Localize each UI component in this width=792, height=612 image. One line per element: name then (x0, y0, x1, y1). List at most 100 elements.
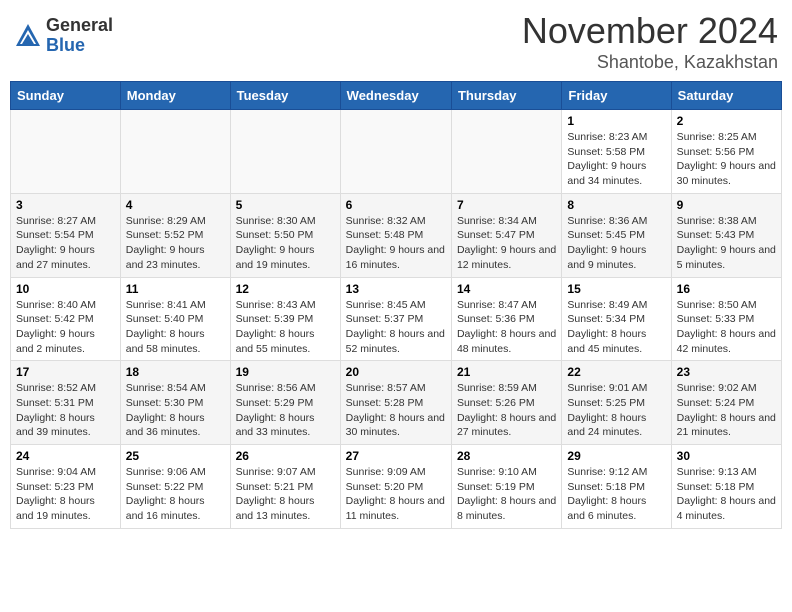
day-number: 7 (457, 198, 556, 212)
logo-text: General Blue (46, 16, 113, 56)
day-number: 1 (567, 114, 665, 128)
calendar-cell (11, 110, 121, 194)
calendar-cell: 9Sunrise: 8:38 AMSunset: 5:43 PMDaylight… (671, 193, 781, 277)
weekday-header-thursday: Thursday (451, 82, 561, 110)
calendar-cell: 2 Sunrise: 8:25 AMSunset: 5:56 PMDaylight… (671, 110, 781, 194)
day-number: 15 (567, 282, 665, 296)
calendar-table: SundayMondayTuesdayWednesdayThursdayFrid… (10, 81, 782, 529)
day-info: Sunrise: 8:43 AMSunset: 5:39 PMDaylight:… (236, 298, 335, 357)
calendar-cell (120, 110, 230, 194)
day-info: Sunrise: 8:41 AMSunset: 5:40 PMDaylight:… (126, 298, 225, 357)
calendar-cell: 6 Sunrise: 8:32 AMSunset: 5:48 PMDaylight… (340, 193, 451, 277)
day-number: 14 (457, 282, 556, 296)
day-number: 11 (126, 282, 225, 296)
day-number: 6 (346, 198, 446, 212)
day-info: Sunrise: 8:47 AMSunset: 5:36 PMDaylight:… (457, 298, 556, 357)
day-info: Sunrise: 8:25 AMSunset: 5:56 PMDaylight:… (677, 130, 776, 189)
day-info: Sunrise: 8:32 AMSunset: 5:48 PMDaylight:… (346, 214, 446, 273)
calendar-week-3: 10Sunrise: 8:40 AMSunset: 5:42 PMDayligh… (11, 277, 782, 361)
day-info: Sunrise: 8:29 AMSunset: 5:52 PMDaylight:… (126, 214, 225, 273)
calendar-cell: 30 Sunrise: 9:13 AMSunset: 5:18 PMDayligh… (671, 445, 781, 529)
day-info: Sunrise: 9:04 AMSunset: 5:23 PMDaylight:… (16, 465, 115, 524)
calendar-cell: 22 Sunrise: 9:01 AMSunset: 5:25 PMDayligh… (562, 361, 671, 445)
logo: General Blue (14, 16, 113, 56)
calendar-cell: 10Sunrise: 8:40 AMSunset: 5:42 PMDayligh… (11, 277, 121, 361)
day-info: Sunrise: 8:49 AMSunset: 5:34 PMDaylight:… (567, 298, 665, 357)
weekday-header-friday: Friday (562, 82, 671, 110)
calendar-cell: 16 Sunrise: 8:50 AMSunset: 5:33 PMDayligh… (671, 277, 781, 361)
day-info: Sunrise: 8:52 AMSunset: 5:31 PMDaylight:… (16, 381, 115, 440)
day-info: Sunrise: 9:02 AMSunset: 5:24 PMDaylight:… (677, 381, 776, 440)
calendar-cell (230, 110, 340, 194)
calendar-week-4: 17 Sunrise: 8:52 AMSunset: 5:31 PMDayligh… (11, 361, 782, 445)
calendar-cell: 12 Sunrise: 8:43 AMSunset: 5:39 PMDayligh… (230, 277, 340, 361)
calendar-cell: 28 Sunrise: 9:10 AMSunset: 5:19 PMDayligh… (451, 445, 561, 529)
day-number: 19 (236, 365, 335, 379)
calendar-cell: 25Sunrise: 9:06 AMSunset: 5:22 PMDayligh… (120, 445, 230, 529)
day-info: Sunrise: 8:50 AMSunset: 5:33 PMDaylight:… (677, 298, 776, 357)
day-number: 5 (236, 198, 335, 212)
calendar-cell (451, 110, 561, 194)
day-info: Sunrise: 8:34 AMSunset: 5:47 PMDaylight:… (457, 214, 556, 273)
calendar-week-5: 24 Sunrise: 9:04 AMSunset: 5:23 PMDayligh… (11, 445, 782, 529)
page-header: General Blue November 2024 Shantobe, Kaz… (10, 10, 782, 73)
day-info: Sunrise: 8:57 AMSunset: 5:28 PMDaylight:… (346, 381, 446, 440)
calendar-cell: 15 Sunrise: 8:49 AMSunset: 5:34 PMDayligh… (562, 277, 671, 361)
day-number: 2 (677, 114, 776, 128)
day-number: 3 (16, 198, 115, 212)
day-info: Sunrise: 8:40 AMSunset: 5:42 PMDaylight:… (16, 298, 115, 357)
day-info: Sunrise: 8:36 AMSunset: 5:45 PMDaylight:… (567, 214, 665, 273)
day-number: 8 (567, 198, 665, 212)
day-info: Sunrise: 9:10 AMSunset: 5:19 PMDaylight:… (457, 465, 556, 524)
title-block: November 2024 Shantobe, Kazakhstan (522, 10, 778, 73)
calendar-cell: 20Sunrise: 8:57 AMSunset: 5:28 PMDayligh… (340, 361, 451, 445)
day-number: 27 (346, 449, 446, 463)
calendar-week-1: 1 Sunrise: 8:23 AMSunset: 5:58 PMDaylight… (11, 110, 782, 194)
day-number: 22 (567, 365, 665, 379)
day-number: 23 (677, 365, 776, 379)
day-number: 24 (16, 449, 115, 463)
day-info: Sunrise: 8:27 AMSunset: 5:54 PMDaylight:… (16, 214, 115, 273)
day-info: Sunrise: 9:01 AMSunset: 5:25 PMDaylight:… (567, 381, 665, 440)
day-info: Sunrise: 9:07 AMSunset: 5:21 PMDaylight:… (236, 465, 335, 524)
day-info: Sunrise: 9:12 AMSunset: 5:18 PMDaylight:… (567, 465, 665, 524)
calendar-cell: 23 Sunrise: 9:02 AMSunset: 5:24 PMDayligh… (671, 361, 781, 445)
logo-icon (14, 22, 42, 50)
weekday-header-tuesday: Tuesday (230, 82, 340, 110)
logo-blue: Blue (46, 36, 113, 56)
day-number: 16 (677, 282, 776, 296)
calendar-cell: 24 Sunrise: 9:04 AMSunset: 5:23 PMDayligh… (11, 445, 121, 529)
calendar-cell: 4 Sunrise: 8:29 AMSunset: 5:52 PMDaylight… (120, 193, 230, 277)
day-number: 29 (567, 449, 665, 463)
calendar-cell: 17 Sunrise: 8:52 AMSunset: 5:31 PMDayligh… (11, 361, 121, 445)
day-number: 4 (126, 198, 225, 212)
calendar-cell: 1 Sunrise: 8:23 AMSunset: 5:58 PMDaylight… (562, 110, 671, 194)
day-info: Sunrise: 8:54 AMSunset: 5:30 PMDaylight:… (126, 381, 225, 440)
calendar-cell: 3 Sunrise: 8:27 AMSunset: 5:54 PMDaylight… (11, 193, 121, 277)
calendar-cell: 18 Sunrise: 8:54 AMSunset: 5:30 PMDayligh… (120, 361, 230, 445)
calendar-cell: 21Sunrise: 8:59 AMSunset: 5:26 PMDayligh… (451, 361, 561, 445)
calendar-cell: 26Sunrise: 9:07 AMSunset: 5:21 PMDayligh… (230, 445, 340, 529)
weekday-header-wednesday: Wednesday (340, 82, 451, 110)
calendar-cell: 14 Sunrise: 8:47 AMSunset: 5:36 PMDayligh… (451, 277, 561, 361)
weekday-header-monday: Monday (120, 82, 230, 110)
day-number: 21 (457, 365, 556, 379)
calendar-cell: 13Sunrise: 8:45 AMSunset: 5:37 PMDayligh… (340, 277, 451, 361)
day-number: 12 (236, 282, 335, 296)
day-number: 30 (677, 449, 776, 463)
day-number: 28 (457, 449, 556, 463)
calendar-week-2: 3 Sunrise: 8:27 AMSunset: 5:54 PMDaylight… (11, 193, 782, 277)
calendar-cell: 27Sunrise: 9:09 AMSunset: 5:20 PMDayligh… (340, 445, 451, 529)
day-info: Sunrise: 8:45 AMSunset: 5:37 PMDaylight:… (346, 298, 446, 357)
weekday-header-sunday: Sunday (11, 82, 121, 110)
day-number: 9 (677, 198, 776, 212)
logo-general: General (46, 16, 113, 36)
calendar-cell: 19 Sunrise: 8:56 AMSunset: 5:29 PMDayligh… (230, 361, 340, 445)
calendar-cell (340, 110, 451, 194)
day-info: Sunrise: 8:56 AMSunset: 5:29 PMDaylight:… (236, 381, 335, 440)
day-number: 18 (126, 365, 225, 379)
calendar-cell: 29 Sunrise: 9:12 AMSunset: 5:18 PMDayligh… (562, 445, 671, 529)
day-info: Sunrise: 8:23 AMSunset: 5:58 PMDaylight:… (567, 130, 665, 189)
day-number: 17 (16, 365, 115, 379)
day-info: Sunrise: 9:13 AMSunset: 5:18 PMDaylight:… (677, 465, 776, 524)
